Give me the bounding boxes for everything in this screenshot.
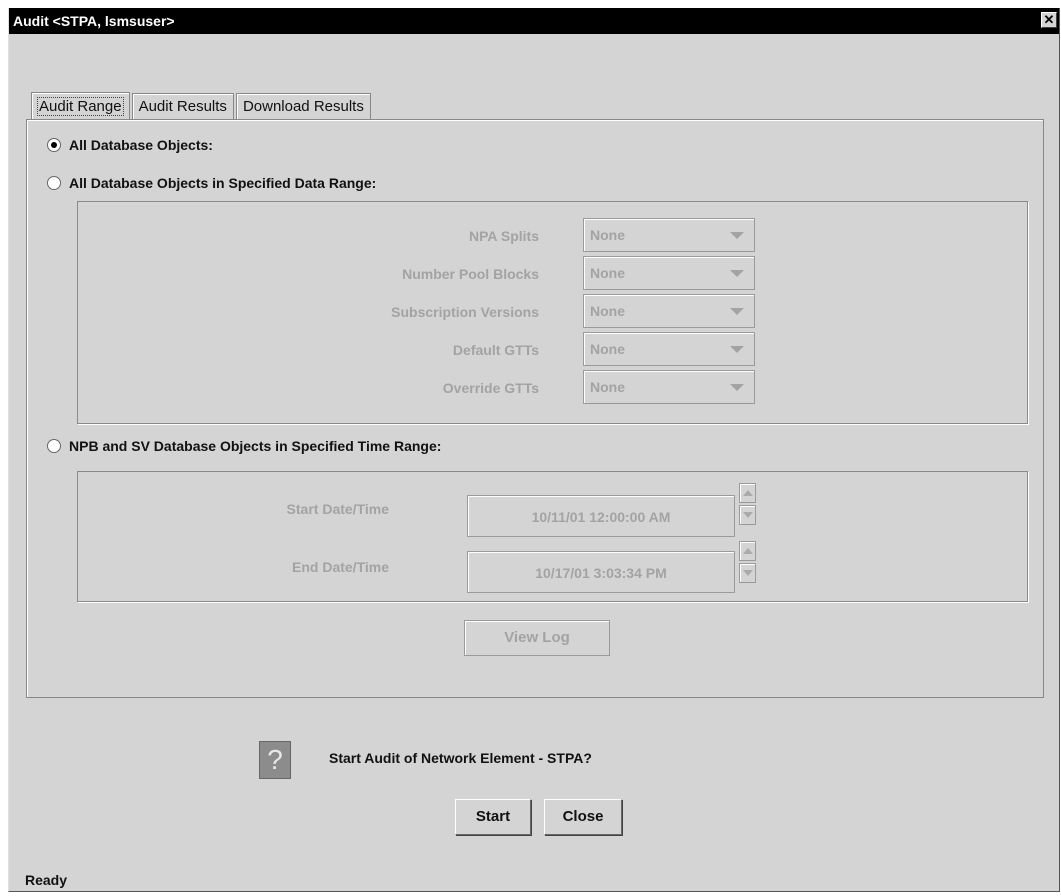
title-bar[interactable]: Audit <STPA, lsmsuser> ✕	[9, 8, 1059, 34]
radio-indicator[interactable]	[47, 138, 61, 152]
default-gtts-select[interactable]: None	[583, 332, 755, 366]
chevron-down-icon	[730, 232, 744, 239]
question-icon: ?	[259, 741, 291, 779]
chevron-down-icon	[730, 270, 744, 277]
spin-up-icon[interactable]	[739, 541, 756, 561]
close-window-icon[interactable]: ✕	[1041, 12, 1057, 28]
audit-dialog: Audit <STPA, lsmsuser> ✕ Audit Range Aud…	[8, 8, 1060, 892]
radio-all-database-objects[interactable]: All Database Objects:	[47, 137, 213, 153]
number-pool-blocks-select[interactable]: None	[583, 256, 755, 290]
view-log-button[interactable]: View Log	[464, 620, 610, 656]
spin-down-icon[interactable]	[739, 563, 756, 583]
override-gtts-select[interactable]: None	[583, 370, 755, 404]
subscription-versions-label: Subscription Versions	[391, 304, 539, 320]
start-datetime-label: Start Date/Time	[286, 501, 389, 517]
radio-label: NPB and SV Database Objects in Specified…	[69, 438, 442, 454]
spin-down-icon[interactable]	[739, 505, 756, 525]
subscription-versions-select[interactable]: None	[583, 294, 755, 328]
spin-up-icon[interactable]	[739, 483, 756, 503]
chevron-down-icon	[730, 346, 744, 353]
confirm-prompt-text: Start Audit of Network Element - STPA?	[329, 750, 592, 766]
window-title: Audit <STPA, lsmsuser>	[13, 13, 175, 29]
tab-download-results[interactable]: Download Results	[235, 93, 371, 120]
chevron-down-icon	[730, 308, 744, 315]
end-datetime-field[interactable]: 10/17/01 3:03:34 PM	[467, 551, 735, 593]
override-gtts-label: Override GTTs	[442, 380, 539, 396]
tab-audit-results[interactable]: Audit Results	[131, 93, 234, 120]
close-button[interactable]: Close	[544, 799, 622, 835]
start-button[interactable]: Start	[455, 799, 531, 835]
number-pool-blocks-label: Number Pool Blocks	[402, 266, 539, 282]
default-gtts-label: Default GTTs	[452, 342, 539, 358]
npa-splits-select[interactable]: None	[583, 218, 755, 252]
radio-label: All Database Objects:	[69, 137, 213, 153]
radio-data-range[interactable]: All Database Objects in Specified Data R…	[47, 175, 376, 191]
data-range-group	[77, 201, 1028, 424]
chevron-down-icon	[730, 384, 744, 391]
start-datetime-spinner[interactable]	[739, 483, 756, 525]
start-datetime-field[interactable]: 10/11/01 12:00:00 AM	[467, 495, 735, 537]
status-bar-text: Ready	[25, 872, 68, 888]
radio-indicator[interactable]	[47, 439, 61, 453]
npa-splits-label: NPA Splits	[468, 228, 539, 244]
end-datetime-label: End Date/Time	[292, 559, 389, 575]
tab-audit-range[interactable]: Audit Range	[31, 92, 130, 121]
end-datetime-spinner[interactable]	[739, 541, 756, 583]
radio-time-range[interactable]: NPB and SV Database Objects in Specified…	[47, 438, 441, 454]
radio-indicator[interactable]	[47, 176, 61, 190]
tab-strip: Audit Range Audit Results Download Resul…	[31, 90, 373, 121]
radio-label: All Database Objects in Specified Data R…	[69, 175, 377, 191]
